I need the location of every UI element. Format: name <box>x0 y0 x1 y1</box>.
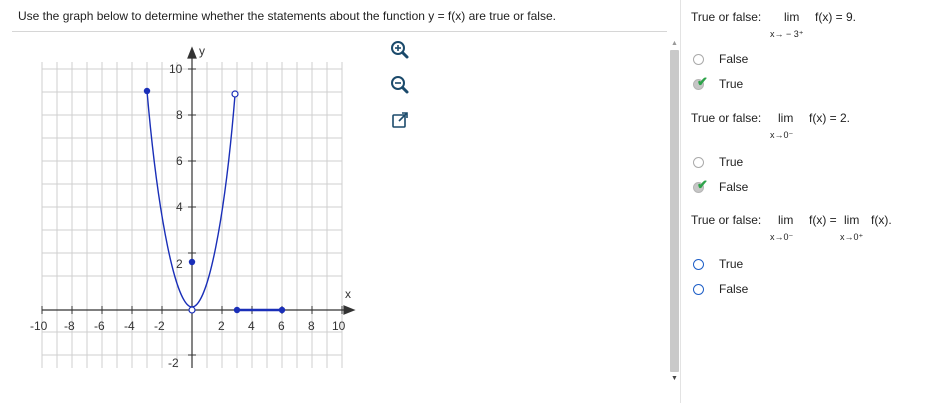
limit-word: lim <box>778 213 794 227</box>
scrollbar-thumb[interactable] <box>670 50 679 372</box>
x-tick-label: 8 <box>308 319 315 333</box>
divider <box>12 31 667 32</box>
closed-point <box>143 87 151 95</box>
x-tick-label: 6 <box>278 319 285 333</box>
open-point <box>188 306 196 314</box>
question-prefix: True or false: <box>691 213 762 227</box>
question-3: True or false: lim f(x) = lim f(x). x→0⁻… <box>691 213 892 242</box>
closed-point <box>278 306 286 314</box>
y-tick-label: 2 <box>176 257 183 271</box>
open-point <box>231 90 239 98</box>
question-2: True or false: lim f(x) = 2. x→0⁻ <box>691 111 850 140</box>
limit-expression: f(x) = 9. <box>815 10 857 24</box>
option-q1-true[interactable]: ✔ True <box>693 74 744 93</box>
checkmark-icon: ✔ <box>697 73 708 89</box>
option-q1-false[interactable]: False <box>693 50 748 68</box>
radio-button-selected[interactable]: ✔ <box>693 74 708 90</box>
x-tick-label: -2 <box>154 319 165 333</box>
checkmark-icon: ✔ <box>697 176 708 192</box>
y-tick-label: -2 <box>168 356 179 368</box>
y-tick-label: 6 <box>176 154 183 168</box>
limit-expression: f(x) = <box>809 213 837 227</box>
limit-word: lim <box>784 10 800 24</box>
option-label: False <box>719 282 749 296</box>
limit-word: lim <box>778 111 794 125</box>
option-label: True <box>719 77 744 91</box>
radio-button[interactable] <box>693 156 704 168</box>
option-q2-true[interactable]: True <box>693 153 743 171</box>
x-tick-label: 4 <box>248 319 255 333</box>
radio-button[interactable] <box>693 53 704 65</box>
x-tick-label: -6 <box>94 319 105 333</box>
x-tick-label: 2 <box>218 319 225 333</box>
option-q3-false[interactable]: False <box>693 280 748 298</box>
x-tick-label: -4 <box>124 319 135 333</box>
zoom-out-icon[interactable] <box>390 75 410 95</box>
option-label: False <box>719 52 749 66</box>
question-prefix: True or false: <box>691 111 762 125</box>
y-tick-label: 8 <box>176 108 183 122</box>
y-tick-label: 10 <box>169 62 183 76</box>
option-label: True <box>719 257 744 271</box>
instruction-text: Use the graph below to determine whether… <box>18 9 556 23</box>
function-graph: y x -10 -8 -6 -4 -2 2 4 6 8 10 10 8 6 4 … <box>30 44 356 368</box>
x-tick-label: -10 <box>30 319 48 333</box>
limit-expression: f(x) = 2. <box>809 111 851 125</box>
radio-button[interactable] <box>693 283 704 295</box>
radio-button-selected[interactable]: ✔ <box>693 177 708 193</box>
limit-subscript: x→0⁺ <box>840 232 864 242</box>
limit-subscript: x→0⁻ <box>770 232 794 242</box>
zoom-in-icon[interactable] <box>390 40 410 60</box>
limit-expression: f(x). <box>871 213 892 227</box>
closed-point <box>233 306 241 314</box>
x-tick-label: -8 <box>64 319 75 333</box>
popout-icon[interactable] <box>390 110 410 130</box>
y-axis-label: y <box>199 44 205 58</box>
radio-button[interactable] <box>693 258 704 270</box>
panel-divider <box>680 0 681 403</box>
limit-word: lim <box>844 213 860 227</box>
closed-point <box>188 258 196 266</box>
question-prefix: True or false: <box>691 10 762 24</box>
limit-subscript: x→0⁻ <box>770 130 794 140</box>
option-label: False <box>719 180 749 194</box>
question-1: True or false: lim f(x) = 9. x→ − 3⁺ <box>691 10 856 39</box>
limit-subscript: x→ − 3⁺ <box>770 29 804 39</box>
option-label: True <box>719 155 744 169</box>
x-tick-label: 10 <box>332 319 346 333</box>
option-q3-true[interactable]: True <box>693 255 743 273</box>
x-axis-label: x <box>345 287 351 301</box>
y-tick-label: 4 <box>176 200 183 214</box>
option-q2-false[interactable]: ✔ False <box>693 177 749 196</box>
